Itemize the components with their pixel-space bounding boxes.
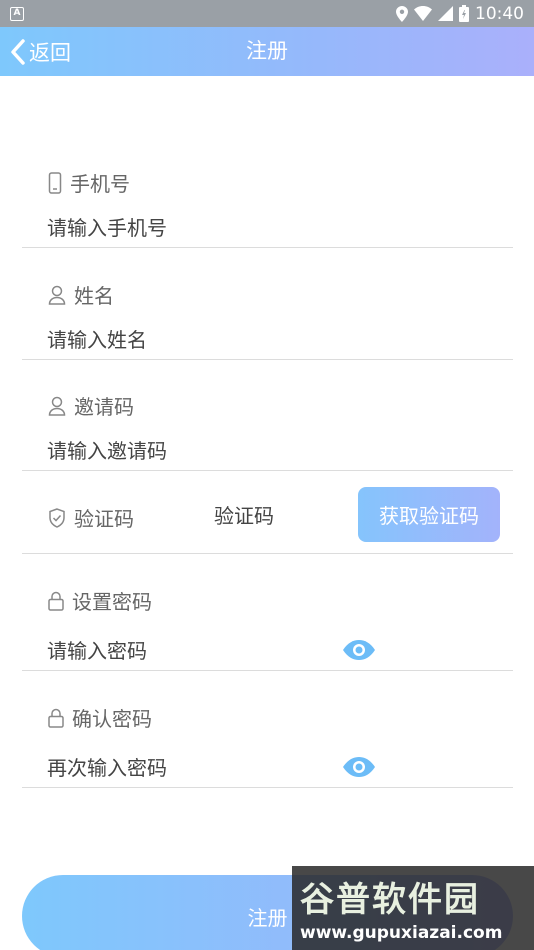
phone-row: [22, 208, 513, 248]
watermark-title: 谷普软件园: [300, 880, 480, 920]
name-row: [22, 320, 513, 360]
invite-input[interactable]: [22, 433, 342, 468]
name-input[interactable]: [22, 322, 342, 357]
watermark-url: www.gupuxiazai.com: [300, 923, 503, 943]
name-label: 姓名: [48, 280, 114, 309]
password-input[interactable]: [22, 633, 342, 668]
clock-time: 10:40: [475, 3, 524, 24]
password-row: [22, 631, 513, 671]
code-label-text: 验证码: [74, 507, 134, 531]
password-label-text: 设置密码: [72, 590, 152, 614]
back-label: 返回: [29, 40, 71, 65]
user-icon: [48, 285, 66, 305]
confirm-row: [22, 748, 513, 788]
wifi-icon: [414, 6, 432, 21]
name-label-text: 姓名: [74, 284, 114, 308]
code-input[interactable]: [214, 499, 344, 533]
user-icon: [48, 396, 66, 416]
invite-label-text: 邀请码: [74, 395, 134, 419]
app-header: 返回 注册: [0, 27, 534, 76]
code-label: 验证码: [48, 503, 134, 532]
phone-icon: [48, 171, 62, 194]
eye-icon[interactable]: [342, 639, 376, 661]
status-icons: 10:40: [396, 4, 524, 24]
eye-icon[interactable]: [342, 756, 376, 778]
back-button[interactable]: 返回: [10, 27, 71, 76]
signal-icon: [438, 6, 453, 21]
phone-label: 手机号: [48, 168, 130, 197]
status-bar: A 10:40: [0, 0, 534, 27]
shield-icon: [49, 507, 65, 528]
invite-label: 邀请码: [48, 391, 134, 420]
password-label: 设置密码: [48, 586, 152, 615]
lock-icon: [48, 591, 64, 611]
confirm-label-text: 确认密码: [72, 707, 152, 731]
invite-row: [22, 431, 513, 471]
watermark: 谷普软件园 www.gupuxiazai.com: [292, 866, 534, 950]
notification-icon: A: [10, 6, 24, 21]
confirm-input[interactable]: [22, 750, 342, 785]
phone-input[interactable]: [22, 210, 342, 245]
code-row: 验证码 获取验证码: [22, 475, 513, 554]
confirm-label: 确认密码: [48, 703, 152, 732]
chevron-left-icon: [11, 38, 25, 65]
page-title: 注册: [246, 39, 288, 63]
battery-icon: [459, 5, 469, 22]
location-icon: [396, 5, 408, 22]
lock-icon: [48, 708, 64, 728]
get-code-button[interactable]: 获取验证码: [358, 487, 500, 542]
phone-label-text: 手机号: [70, 172, 130, 196]
